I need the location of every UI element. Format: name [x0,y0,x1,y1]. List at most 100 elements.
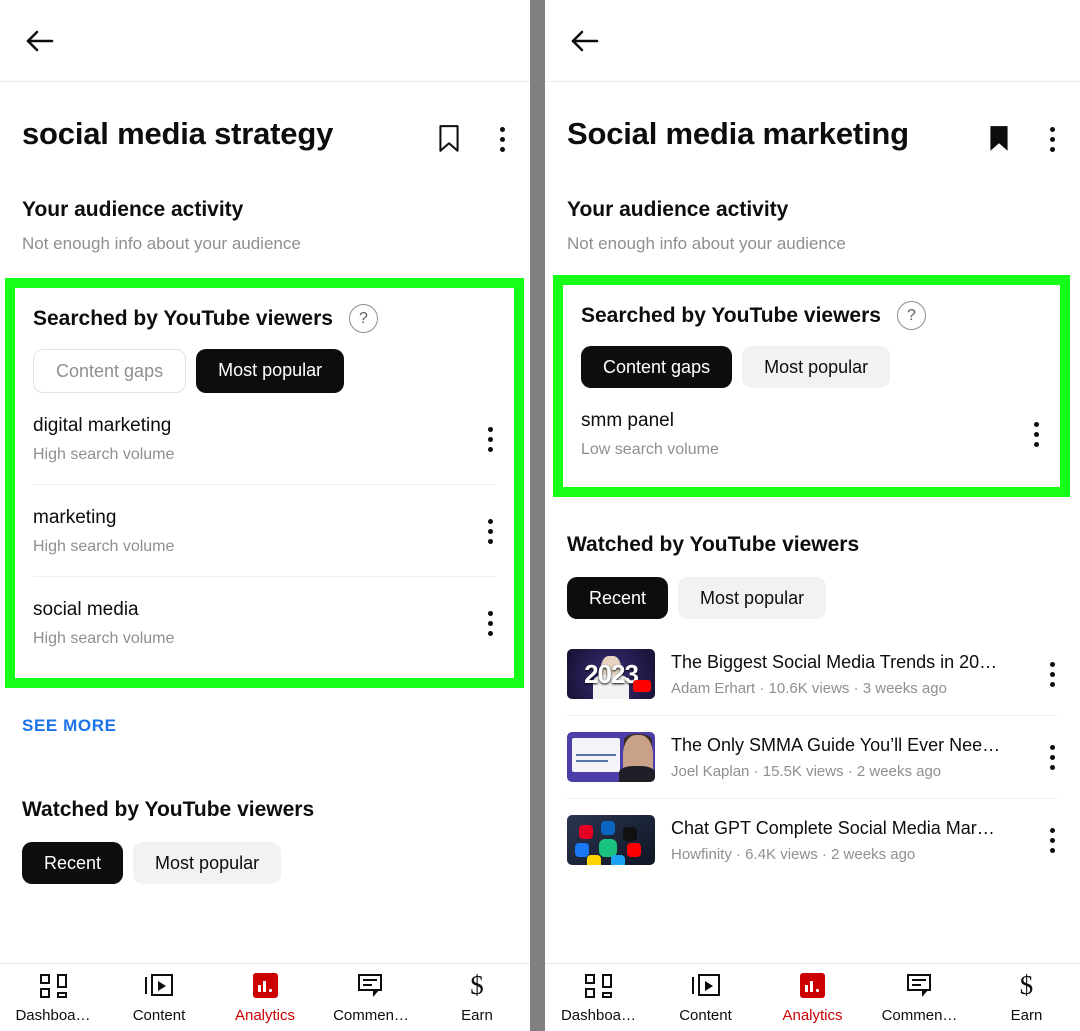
bookmark-filled-icon[interactable] [986,124,1012,154]
searched-heading: Searched by YouTube viewers [33,306,333,330]
keyword-row[interactable]: digital marketing High search volume [33,393,496,484]
nav-label: Analytics [782,1006,843,1024]
watched-heading: Watched by YouTube viewers [567,533,860,556]
keyword-name: smm panel [581,410,674,431]
back-arrow-icon[interactable] [22,23,58,59]
video-meta: The Only SMMA Guide You’ll Ever Nee… Joe… [671,735,1026,780]
nav-label: Analytics [234,1006,296,1024]
analytics-icon [250,972,280,1000]
keyword-more-icon[interactable] [480,609,496,638]
right-bottom-nav: Dashboa… Content Analytics Commen… $ Ear… [545,963,1080,1031]
keyword-more-icon[interactable] [1026,420,1042,449]
nav-label: Dashboa… [15,1006,91,1024]
see-more-link[interactable]: SEE MORE [22,716,117,736]
nav-item-earn[interactable]: $ Earn [973,972,1080,1024]
bookmark-outline-icon[interactable] [436,124,462,154]
right-topbar [545,0,1080,82]
watched-filter-chips: Recent Most popular [22,842,508,884]
watched-filter-chips: Recent Most popular [567,577,1058,619]
chip-most-popular[interactable]: Most popular [742,346,891,388]
video-more-icon[interactable] [1042,743,1058,772]
nav-item-analytics[interactable]: Analytics [759,972,866,1024]
left-see-more-wrap: SEE MORE [0,688,530,736]
right-watched-section: Watched by YouTube viewers Recent Most p… [545,533,1080,881]
dashboard-icon [38,972,68,1000]
keyword-row[interactable]: marketing High search volume [33,484,496,576]
video-thumbnail [567,815,655,865]
chip-most-popular[interactable]: Most popular [678,577,827,619]
video-subtitle: Adam Erhart · 10.6K views · 3 weeks ago [671,679,947,697]
dashboard-icon [584,972,614,1000]
keyword-name: marketing [33,507,117,528]
keyword-more-icon[interactable] [480,425,496,454]
nav-item-comments[interactable]: Commen… [866,972,973,1024]
video-thumbnail: 2023 [567,649,655,699]
keyword-volume: High search volume [33,630,175,647]
comments-icon [356,972,386,1000]
earn-icon: $ [470,970,484,1000]
left-screen: social media strategy Your audience acti… [0,0,530,1031]
video-list-item[interactable]: Chat GPT Complete Social Media Mar… Howf… [567,798,1058,881]
left-searched-card: Searched by YouTube viewers ? Content ga… [15,288,514,678]
video-list-item[interactable]: The Only SMMA Guide You’ll Ever Nee… Joe… [567,715,1058,798]
keyword-row[interactable]: social media High search volume [33,576,496,668]
audience-message: Not enough info about your audience [567,234,846,253]
video-more-icon[interactable] [1042,826,1058,855]
searched-filter-chips: Content gaps Most popular [33,349,496,393]
help-icon[interactable]: ? [348,304,378,333]
video-title: The Biggest Social Media Trends in 20… [671,651,998,672]
nav-item-comments[interactable]: Commen… [318,972,424,1024]
page-title: Social media marketing [567,116,909,151]
chip-recent[interactable]: Recent [22,842,124,884]
searched-filter-chips: Content gaps Most popular [581,346,1042,388]
left-audience-section: Your audience activity Not enough info a… [0,198,530,254]
video-subtitle: Joel Kaplan · 15.5K views · 2 weeks ago [671,762,942,780]
back-arrow-icon[interactable] [567,23,603,59]
chip-content-gaps[interactable]: Content gaps [581,346,733,388]
right-header-actions [986,114,1058,154]
help-icon[interactable]: ? [896,301,926,330]
watched-heading: Watched by YouTube viewers [22,798,315,821]
chip-most-popular[interactable]: Most popular [196,349,345,393]
right-header: Social media marketing [545,82,1080,154]
left-header: social media strategy [0,82,530,154]
earn-icon: $ [1019,970,1034,1000]
nav-item-dashboard[interactable]: Dashboa… [545,972,652,1024]
keyword-volume: High search volume [33,538,175,555]
video-more-icon[interactable] [1042,660,1058,689]
chip-most-popular[interactable]: Most popular [133,842,282,884]
video-thumbnail [567,732,655,782]
keyword-volume: Low search volume [581,441,719,458]
video-list-item[interactable]: 2023 The Biggest Social Media Trends in … [567,633,1058,715]
video-meta: Chat GPT Complete Social Media Mar… Howf… [671,818,1026,863]
nav-item-analytics[interactable]: Analytics [212,972,318,1024]
audience-heading: Your audience activity [567,198,789,221]
dual-screenshot-comparison: social media strategy Your audience acti… [0,0,1080,1031]
nav-item-content[interactable]: Content [106,972,212,1024]
left-highlight-box: Searched by YouTube viewers ? Content ga… [5,278,524,688]
keyword-row[interactable]: smm panel Low search volume [581,388,1042,479]
left-watched-section: Watched by YouTube viewers Recent Most p… [0,798,530,884]
more-options-icon[interactable] [1042,125,1058,154]
right-highlight-box: Searched by YouTube viewers ? Content ga… [553,275,1070,497]
right-audience-section: Your audience activity Not enough info a… [545,198,1080,254]
right-searched-card: Searched by YouTube viewers ? Content ga… [563,285,1060,487]
keyword-more-icon[interactable] [480,517,496,546]
nav-item-content[interactable]: Content [652,972,759,1024]
chip-content-gaps[interactable]: Content gaps [33,349,187,393]
searched-title-row: Searched by YouTube viewers ? [33,304,496,333]
content-icon [144,972,174,1000]
nav-label: Content [132,1006,186,1024]
searched-title-row: Searched by YouTube viewers ? [581,301,1042,330]
right-screen: Social media marketing Your audience act… [545,0,1080,1031]
more-options-icon[interactable] [492,125,508,154]
nav-item-earn[interactable]: $ Earn [424,972,530,1024]
comments-icon [905,972,935,1000]
panel-divider [530,0,545,1031]
left-header-actions [436,114,508,154]
chip-recent[interactable]: Recent [567,577,669,619]
page-title: social media strategy [22,116,334,151]
keyword-name: social media [33,599,139,620]
video-meta: The Biggest Social Media Trends in 20… A… [671,652,1026,697]
nav-item-dashboard[interactable]: Dashboa… [0,972,106,1024]
